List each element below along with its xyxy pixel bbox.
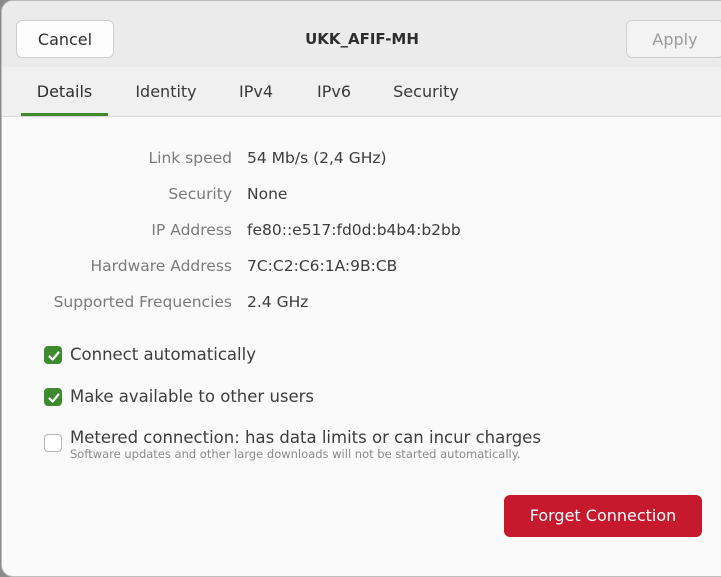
make-available-checkbox[interactable] [44,388,62,406]
apply-button[interactable]: Apply [626,20,721,58]
dialog-title: UKK_AFIF-MH [305,30,419,48]
metered-connection-checkbox[interactable] [44,434,62,452]
tab-details[interactable]: Details [21,67,108,116]
detail-label: Supported Frequencies [53,293,232,311]
detail-value: fe80::e517:fd0d:b4b4:b2bb [247,221,461,239]
tab-bar: Details Identity IPv4 IPv6 Security [2,67,721,117]
detail-value: 54 Mb/s (2,4 GHz) [247,149,387,167]
tab-ipv4[interactable]: IPv4 [224,67,288,116]
make-available-label: Make available to other users [70,387,315,406]
detail-label: Security [168,185,232,203]
check-icon [48,393,60,403]
network-settings-dialog: Cancel UKK_AFIF-MH Apply Details Identit… [1,0,721,577]
detail-label: Hardware Address [90,257,233,275]
connect-automatically-checkbox[interactable] [44,346,62,364]
forget-connection-button[interactable]: Forget Connection [504,495,702,537]
detail-value: 2.4 GHz [247,293,309,311]
connect-automatically-label: Connect automatically [70,345,256,364]
tab-ipv6[interactable]: IPv6 [302,67,366,116]
tab-identity[interactable]: Identity [122,67,210,116]
detail-label: Link speed [148,149,233,167]
detail-value: 7C:C2:C6:1A:9B:CB [247,257,398,275]
check-icon [48,351,60,361]
dialog-header: Cancel UKK_AFIF-MH Apply [2,1,721,68]
metered-connection-label: Metered connection: has data limits or c… [70,428,541,447]
detail-label: IP Address [151,221,232,239]
tab-security[interactable]: Security [380,67,472,116]
detail-value: None [247,185,288,203]
metered-connection-description: Software updates and other large downloa… [70,447,521,461]
